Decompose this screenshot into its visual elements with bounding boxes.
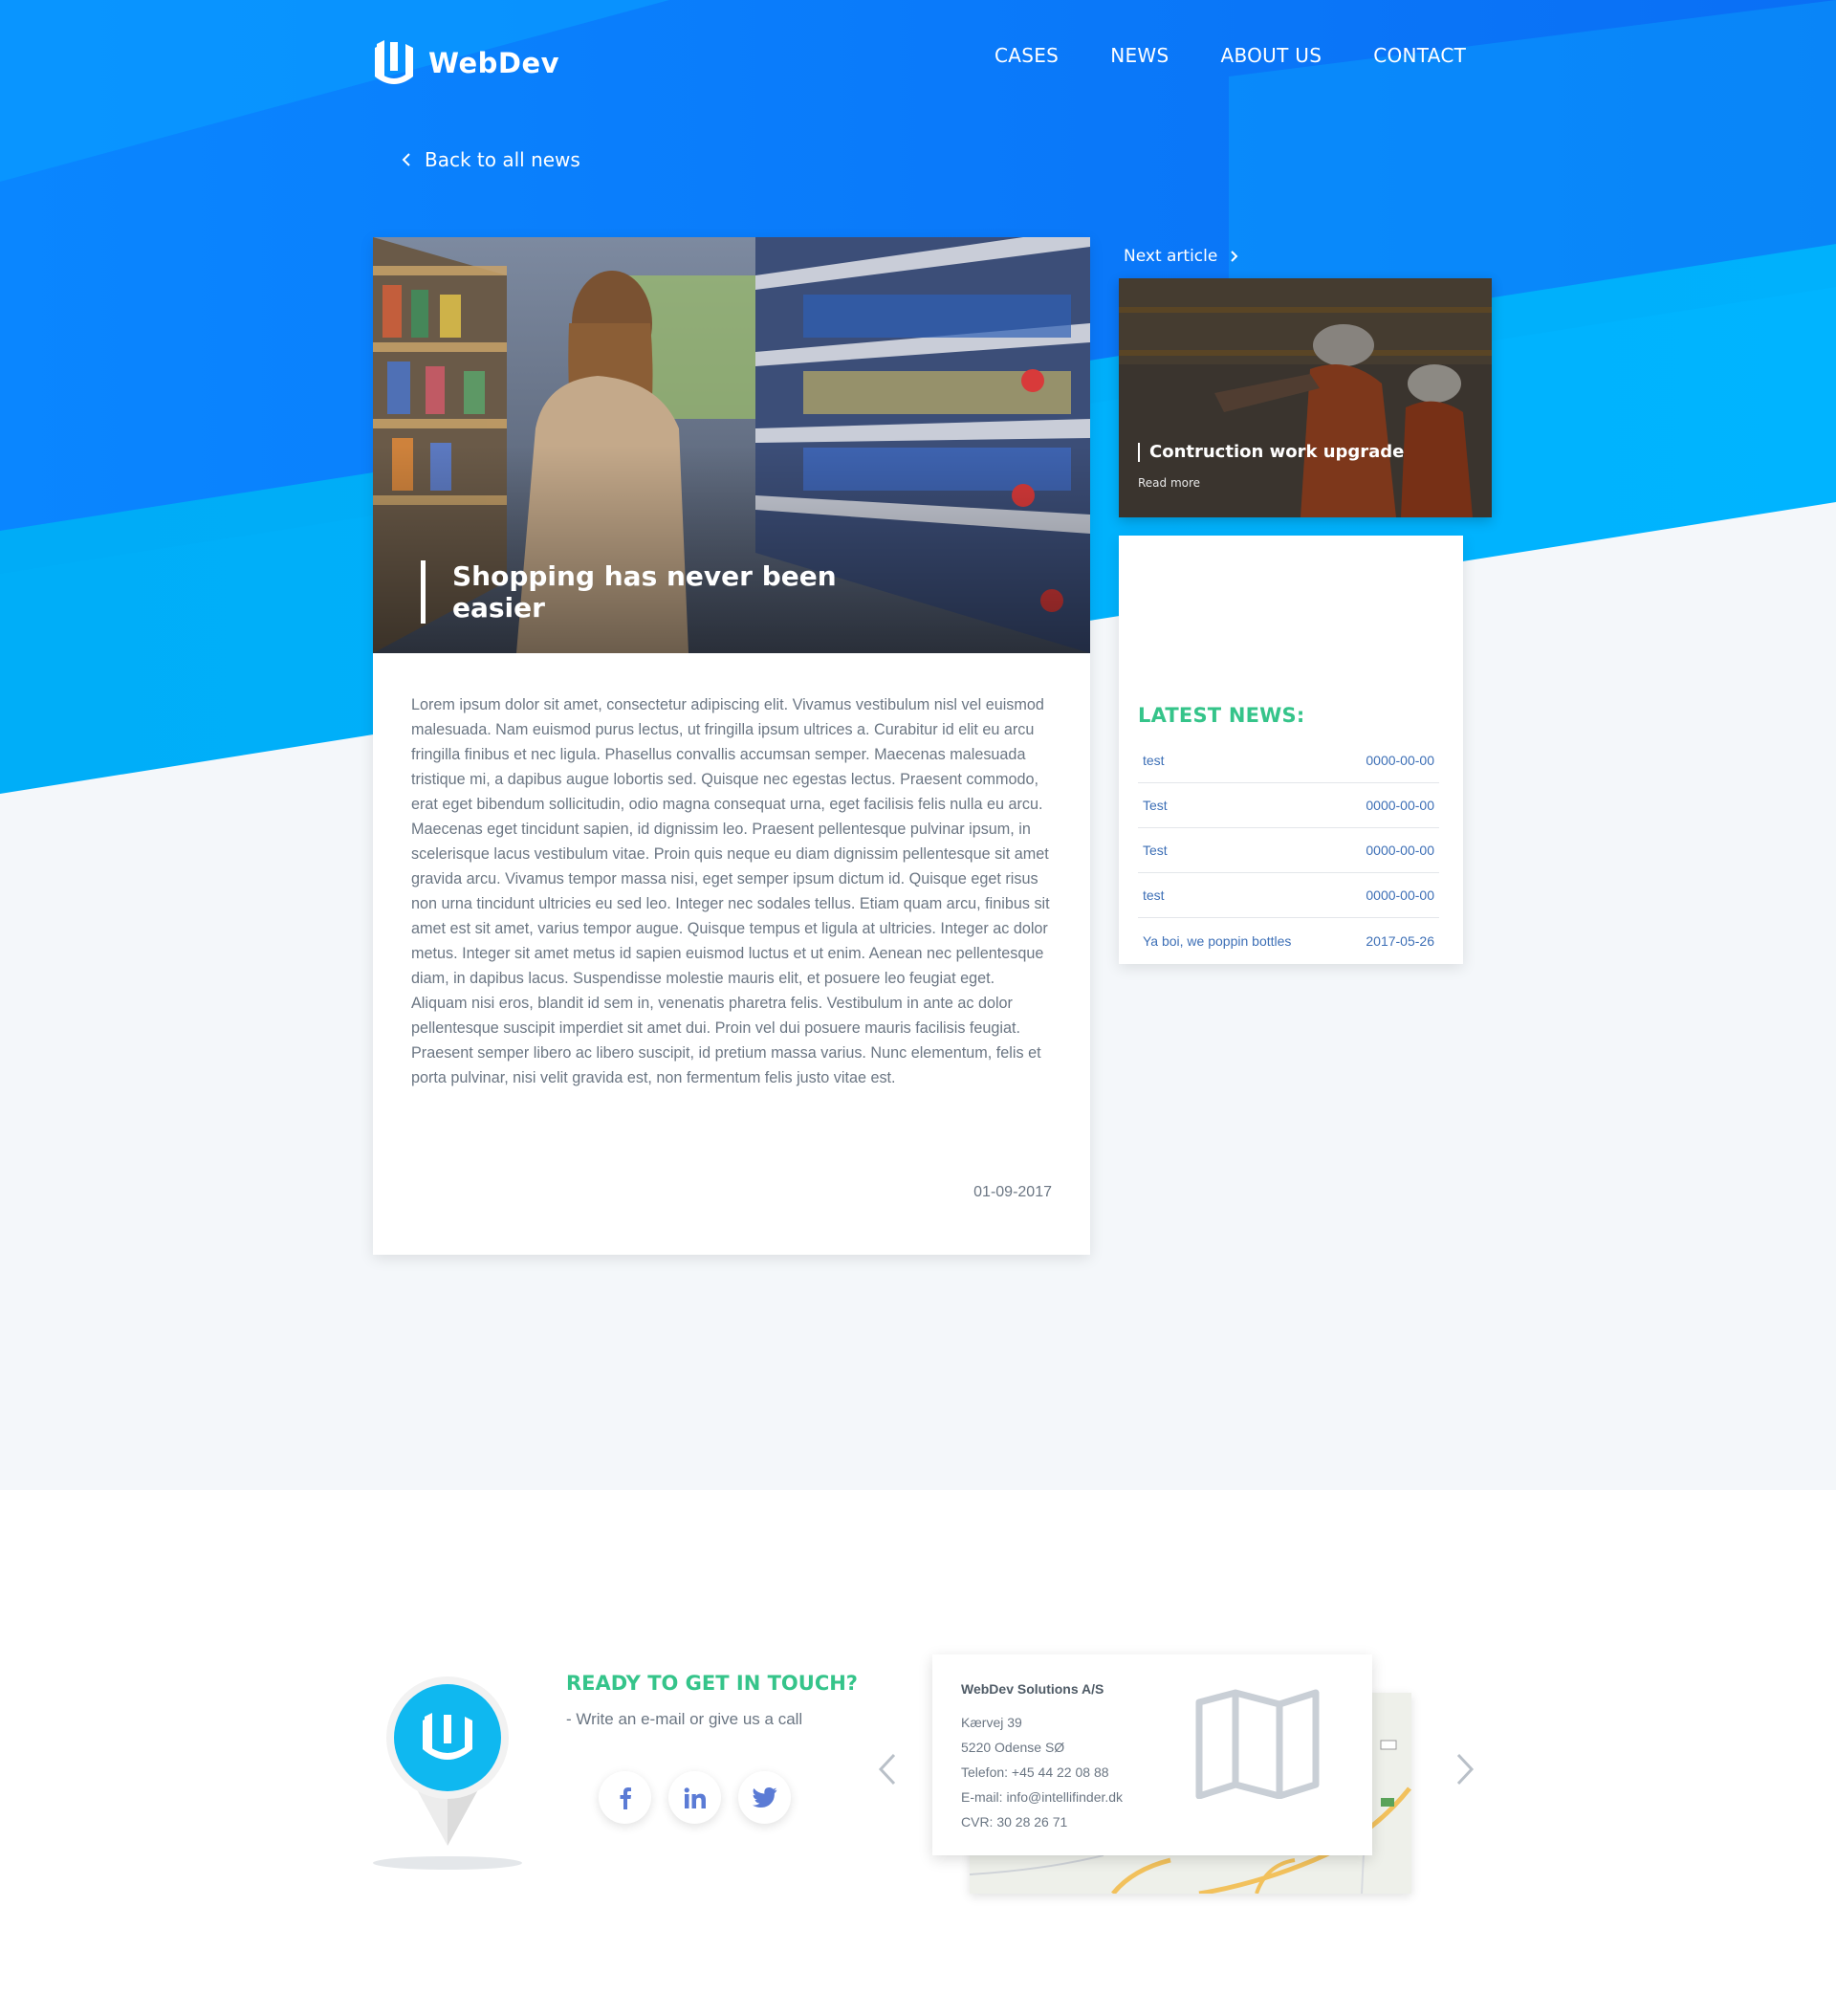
email-address[interactable]: E-mail: info@intellifinder.dk: [961, 1785, 1123, 1809]
article-date: 01-09-2017: [973, 1184, 1052, 1200]
next-article-card[interactable]: Contruction work upgrade Read more: [1119, 278, 1492, 517]
twitter-button[interactable]: [738, 1771, 791, 1824]
company-name: WebDev Solutions A/S: [961, 1681, 1104, 1697]
news-item-date: 2017-05-26: [1366, 932, 1434, 949]
cvr-number: CVR: 30 28 26 71: [961, 1814, 1068, 1830]
next-article-title: Contruction work upgrade: [1138, 443, 1404, 462]
next-article-read-more[interactable]: Read more: [1138, 476, 1200, 490]
address-street: Kærvej 39: [961, 1715, 1022, 1730]
article-title: Shopping has never been easier: [452, 560, 837, 624]
nav-item-about-us[interactable]: ABOUT US: [1220, 44, 1322, 67]
news-item-date: 0000-00-00: [1366, 798, 1434, 813]
next-article-label: Next article: [1124, 247, 1218, 266]
contact-cta-title: READY TO GET IN TOUCH?: [566, 1672, 858, 1695]
contact-card: WebDev Solutions A/S Kærvej 39 5220 Oden…: [932, 1654, 1372, 1855]
facebook-icon: [620, 1786, 631, 1809]
brand-name: WebDev: [428, 47, 560, 79]
linkedin-button[interactable]: [668, 1771, 721, 1824]
news-item[interactable]: test 0000-00-00: [1138, 873, 1439, 918]
nav-item-cases[interactable]: CASES: [994, 44, 1059, 67]
news-item-title: Test: [1143, 843, 1168, 858]
news-item-title: Ya boi, we poppin bottles: [1143, 932, 1292, 949]
latest-news-list: test 0000-00-00 Test 0000-00-00 Test 000…: [1138, 738, 1439, 963]
news-item[interactable]: Test 0000-00-00: [1138, 828, 1439, 873]
location-pin-logo: [371, 1659, 524, 1878]
article-body: Lorem ipsum dolor sit amet, consectetur …: [411, 696, 1050, 1086]
news-item-title: Test: [1143, 798, 1168, 813]
news-item-date: 0000-00-00: [1366, 843, 1434, 858]
map-pin-icon: [373, 1676, 522, 1870]
nav-item-contact[interactable]: CONTACT: [1373, 44, 1466, 67]
article-card: Shopping has never been easier Lorem ips…: [373, 237, 1090, 1255]
next-article-link[interactable]: Next article: [1124, 247, 1238, 266]
carousel-next-button[interactable]: [1455, 1753, 1475, 1789]
article-title-block: Shopping has never been easier: [421, 560, 842, 624]
news-item[interactable]: test 0000-00-00: [1138, 738, 1439, 783]
news-item-date: 0000-00-00: [1366, 887, 1434, 903]
back-link-label: Back to all news: [425, 148, 580, 171]
brand-logo[interactable]: WebDev: [371, 38, 559, 88]
footer-background: [0, 1490, 1836, 2016]
news-item-title: test: [1143, 753, 1165, 768]
latest-news-title: LATEST NEWS:: [1138, 704, 1305, 727]
social-links: [599, 1771, 791, 1824]
nav-item-news[interactable]: NEWS: [1110, 44, 1169, 67]
contact-details: Kærvej 39 5220 Odense SØ Telefon: +45 44…: [961, 1710, 1123, 1834]
chevron-right-icon: [1456, 1753, 1475, 1786]
webdev-logo-icon: [375, 40, 413, 84]
latest-news-card: LATEST NEWS: test 0000-00-00 Test 0000-0…: [1119, 536, 1463, 964]
news-item-title: test: [1143, 887, 1165, 903]
linkedin-icon: [684, 1786, 706, 1808]
chevron-right-icon: [1231, 251, 1238, 262]
back-to-news-link[interactable]: Back to all news: [402, 148, 580, 171]
main-nav: CASES NEWS ABOUT US CONTACT: [994, 44, 1466, 67]
map-icon: [1195, 1689, 1320, 1799]
contact-cta-subtitle: - Write an e-mail or give us a call: [566, 1710, 803, 1728]
address-city: 5220 Odense SØ: [961, 1740, 1065, 1755]
twitter-icon: [752, 1787, 776, 1808]
news-item[interactable]: Ya boi, we poppin bottles 2017-05-26: [1138, 918, 1439, 963]
chevron-left-icon: [402, 153, 410, 166]
facebook-button[interactable]: [599, 1771, 651, 1824]
news-item[interactable]: Test 0000-00-00: [1138, 783, 1439, 828]
carousel-prev-button[interactable]: [878, 1753, 897, 1789]
news-item-date: 0000-00-00: [1366, 753, 1434, 768]
chevron-left-icon: [878, 1753, 896, 1786]
phone-number[interactable]: Telefon: +45 44 22 08 88: [961, 1760, 1123, 1785]
